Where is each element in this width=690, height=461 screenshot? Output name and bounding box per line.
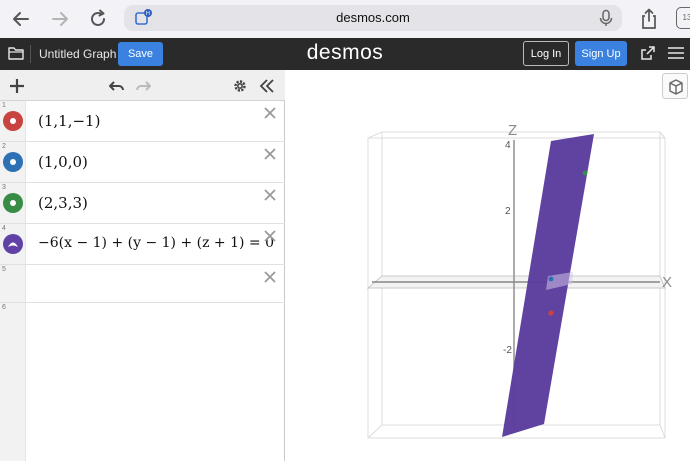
expression-latex[interactable]: −6(x − 1) + (y − 1) + (z + 1) = 0 (38, 235, 274, 251)
expression-row[interactable]: 2 (1,0,0) (0, 142, 285, 183)
expression-gutter: 6 (0, 303, 26, 343)
expression-index: 1 (2, 102, 6, 109)
expression-row[interactable]: 5 (0, 265, 285, 303)
point-icon[interactable] (3, 111, 23, 131)
point-icon[interactable] (3, 193, 23, 213)
delete-expression-icon[interactable] (263, 106, 277, 120)
delete-expression-icon[interactable] (263, 229, 277, 243)
add-expression-icon[interactable] (8, 77, 26, 95)
settings-gear-icon[interactable] (231, 77, 249, 95)
surface-icon[interactable] (3, 234, 23, 254)
z-tick-label: 2 (505, 206, 511, 217)
expression-row[interactable]: 1 (1,1,−1) (0, 101, 285, 142)
expression-gutter: 4 (0, 224, 26, 264)
desmos-header: Untitled Graph Save desmos Log In Sign U… (0, 38, 690, 70)
expression-latex[interactable]: (1,0,0) (38, 153, 88, 171)
z-axis-label: Z (508, 122, 517, 139)
z-tick-label: 4 (505, 140, 511, 151)
back-arrow-icon[interactable] (8, 6, 34, 32)
expression-index: 5 (2, 266, 6, 273)
expression-gutter: 5 (0, 265, 26, 302)
expression-latex[interactable]: (1,1,−1) (38, 112, 100, 130)
tabs-count-button[interactable]: 13 (676, 7, 690, 29)
delete-expression-icon[interactable] (263, 188, 277, 202)
point-icon[interactable] (3, 152, 23, 172)
undo-icon[interactable] (108, 77, 126, 95)
redo-icon[interactable] (134, 77, 152, 95)
expression-index: 3 (2, 184, 6, 191)
point-red (548, 310, 554, 316)
expression-index: 4 (2, 225, 6, 232)
url-text: desmos.com (336, 10, 410, 25)
expression-row[interactable]: 6 (0, 303, 285, 343)
hamburger-menu-icon[interactable] (667, 46, 685, 60)
microphone-icon[interactable] (598, 9, 614, 27)
forward-arrow-icon[interactable] (47, 6, 73, 32)
login-button[interactable]: Log In (523, 41, 569, 66)
expression-row[interactable]: 4 −6(x − 1) + (y − 1) + (z + 1) = 0 (0, 224, 285, 265)
share-sheet-icon[interactable] (636, 6, 662, 32)
collapse-panel-icon[interactable] (258, 77, 276, 95)
expression-gutter: 1 (0, 101, 26, 141)
reload-icon[interactable] (85, 6, 111, 32)
gutter-fill (0, 343, 26, 461)
expression-gutter: 2 (0, 142, 26, 182)
address-bar[interactable]: H desmos.com (124, 5, 622, 31)
expression-panel: 1 (1,1,−1) 2 (1,0,0) 3 (2,3,3) 4 −6(x − … (0, 70, 285, 461)
share-graph-icon[interactable] (640, 45, 656, 61)
x-axis-label: X (662, 274, 672, 291)
graph-canvas[interactable]: Z X 4 2 -2 (286, 70, 690, 461)
point-green (582, 170, 588, 176)
expression-latex[interactable]: (2,3,3) (38, 194, 88, 212)
z-tick-label: -2 (503, 345, 512, 356)
cube-view-button[interactable] (662, 73, 688, 99)
expression-toolbar (0, 70, 285, 101)
expression-gutter: 3 (0, 183, 26, 223)
browser-toolbar: H desmos.com 13 (0, 0, 690, 38)
expression-row[interactable]: 3 (2,3,3) (0, 183, 285, 224)
expression-index: 6 (2, 304, 6, 311)
expression-index: 2 (2, 143, 6, 150)
delete-expression-icon[interactable] (263, 147, 277, 161)
signup-button[interactable]: Sign Up (575, 41, 627, 66)
delete-expression-icon[interactable] (263, 270, 277, 284)
point-blue (548, 276, 554, 282)
